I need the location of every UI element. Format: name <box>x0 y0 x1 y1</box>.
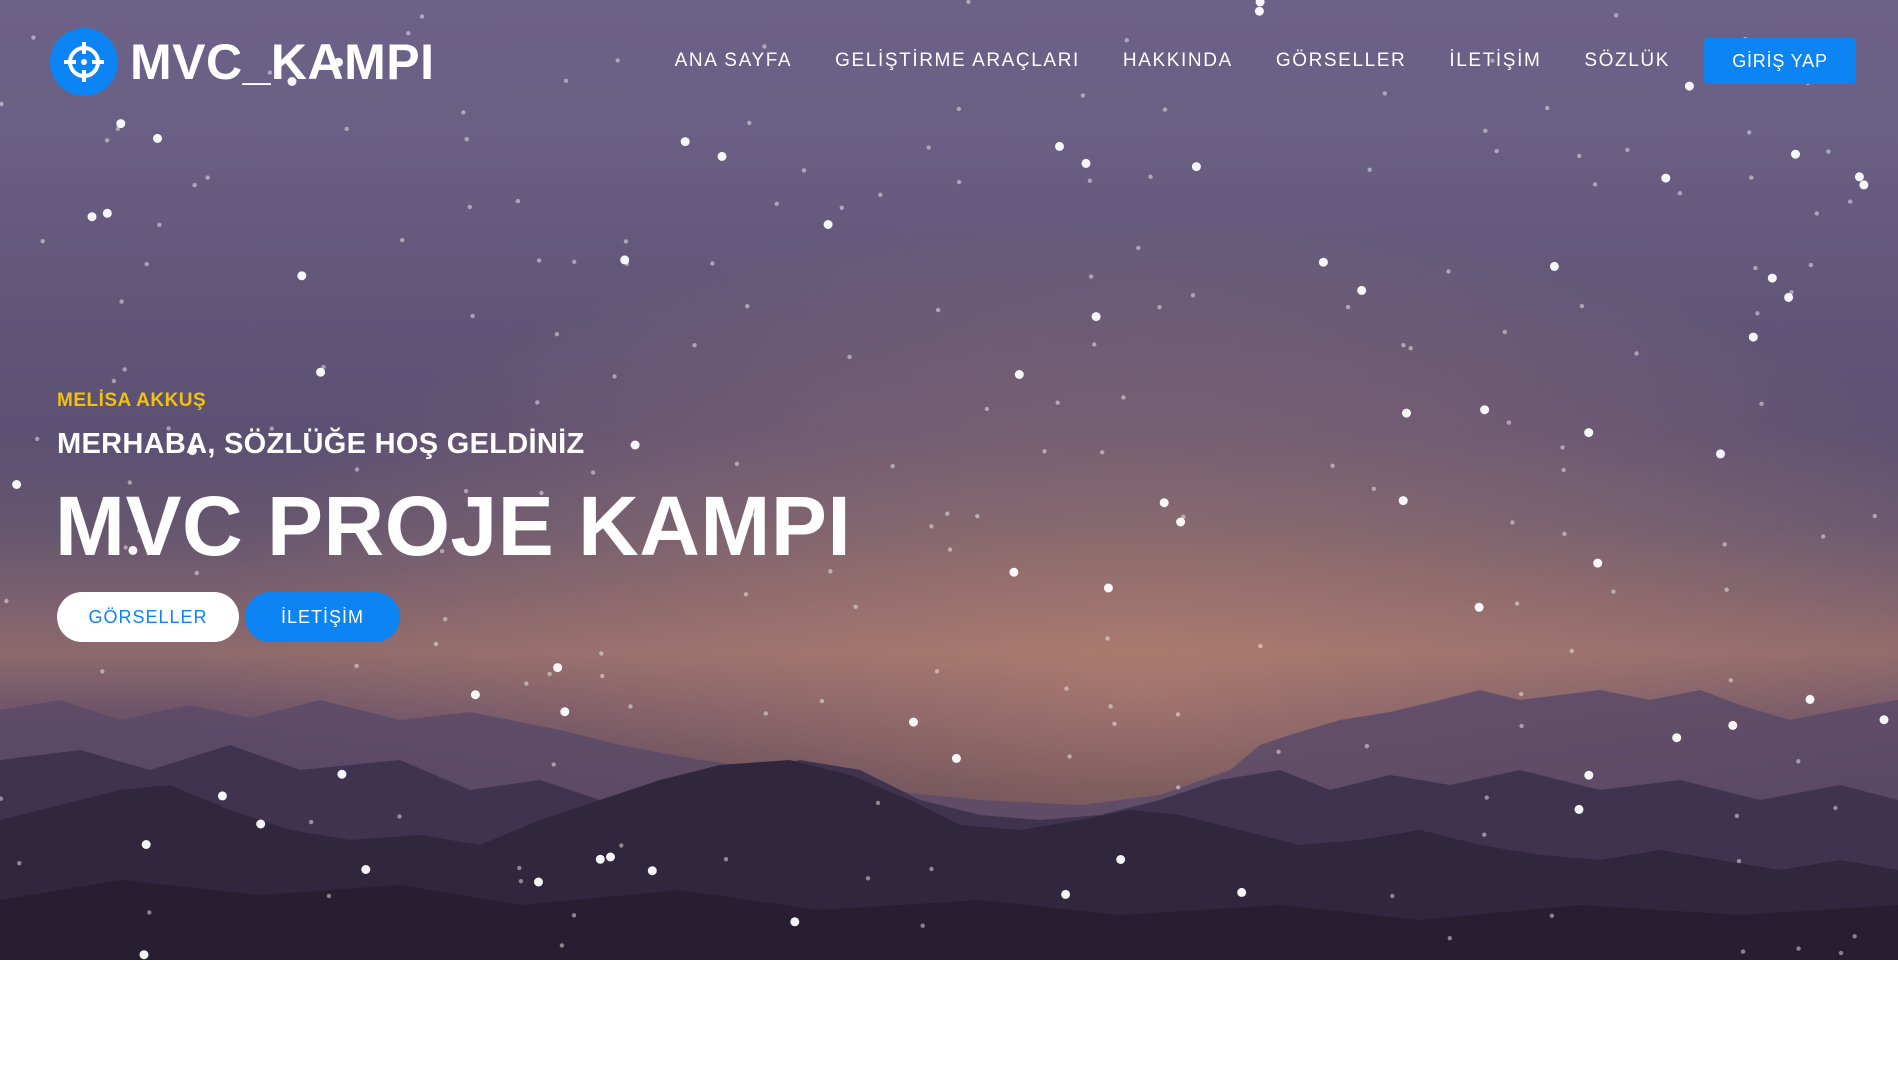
brand-name: MVC_KAMPI <box>130 34 435 90</box>
nav-gelistirme-araclari[interactable]: GELİŞTİRME ARAÇLARI <box>835 50 1080 72</box>
login-button[interactable]: GİRİŞ YAP <box>1704 38 1856 84</box>
hero-section: MVC_KAMPI ANA SAYFA GELİŞTİRME ARAÇLARI … <box>0 0 1898 960</box>
contact-button[interactable]: İLETİŞİM <box>245 592 400 642</box>
main-nav: ANA SAYFA GELİŞTİRME ARAÇLARI HAKKINDA G… <box>675 38 1856 84</box>
nav-iletisim[interactable]: İLETİŞİM <box>1449 50 1541 72</box>
nav-sozluk[interactable]: SÖZLÜK <box>1584 50 1670 72</box>
crosshair-icon <box>50 28 118 96</box>
greeting-heading: MERHABA, SÖZLÜĞE HOŞ GELDİNİZ <box>57 428 585 460</box>
nav-ana-sayfa[interactable]: ANA SAYFA <box>675 50 793 72</box>
gallery-button[interactable]: GÖRSELLER <box>57 592 239 642</box>
hero-buttons: GÖRSELLER İLETİŞİM <box>57 592 400 642</box>
author-name: MELİSA AKKUŞ <box>57 390 207 411</box>
nav-gorseller[interactable]: GÖRSELLER <box>1276 50 1407 72</box>
content-area <box>0 960 1898 1080</box>
brand[interactable]: MVC_KAMPI <box>50 28 435 96</box>
hero-title: MVC PROJE KAMPI <box>55 479 852 573</box>
nav-hakkinda[interactable]: HAKKINDA <box>1123 50 1233 72</box>
